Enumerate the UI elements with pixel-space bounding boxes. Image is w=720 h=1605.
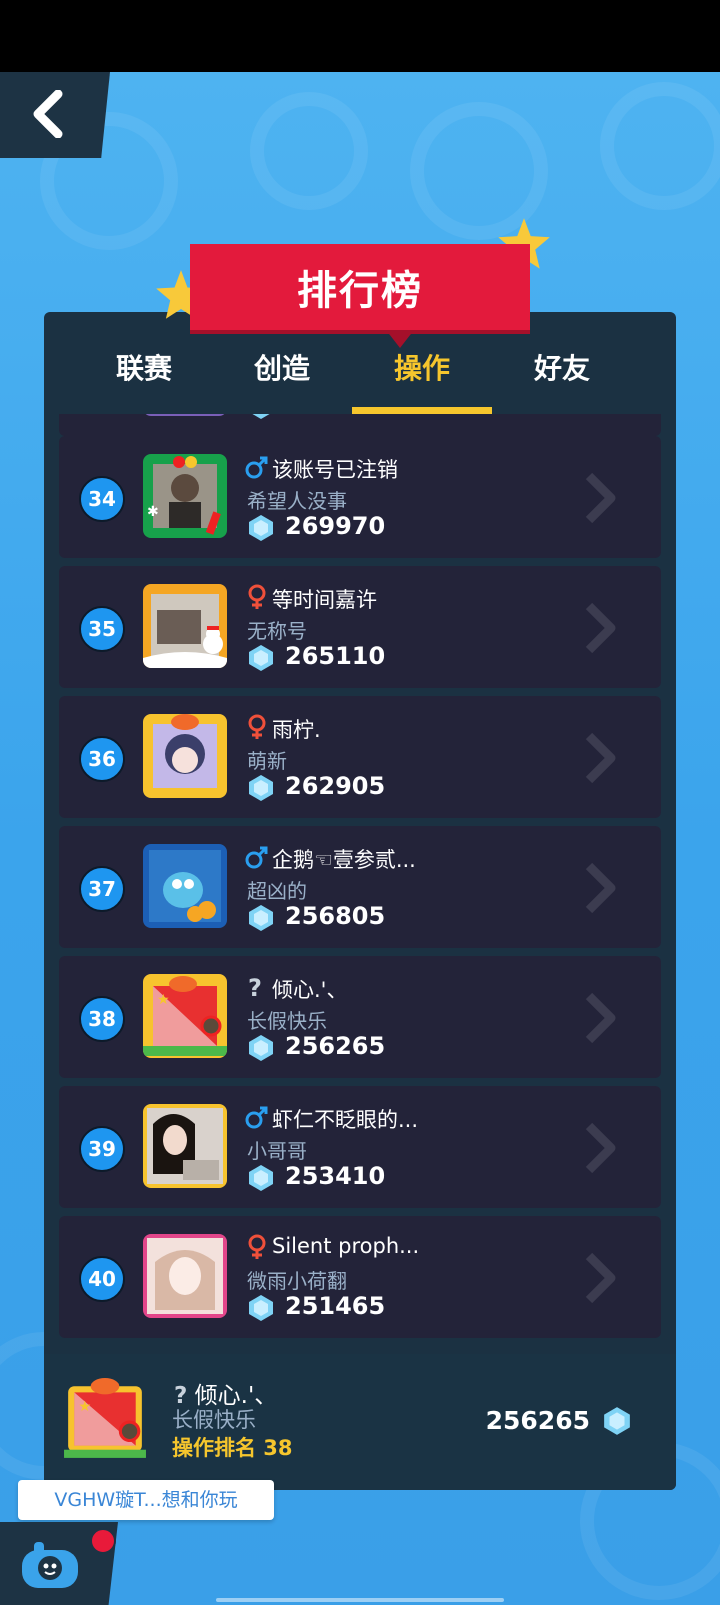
rank-badge: 34 [79,476,125,522]
player-name: 该账号已注销 [272,458,398,482]
player-title: 长假快乐 [247,1009,327,1033]
male-icon [245,846,268,869]
score: 253410 [285,1162,386,1190]
table-row[interactable]: 38 ★ ? 倾心.'、 长假快乐 256265 [59,956,661,1078]
score: 269970 [285,512,386,540]
avatar [143,714,227,798]
score: 272040 [285,414,385,418]
table-row[interactable]: 272040 [59,414,661,436]
gem-icon [249,775,273,801]
rank-badge: 38 [79,996,125,1042]
back-button[interactable] [0,72,110,158]
svg-text:?: ? [248,974,262,1000]
avatar [143,1234,227,1318]
chevron-right-icon [585,992,616,1044]
player-name: 等时间嘉许 [272,588,377,612]
table-row[interactable]: 39 虾仁不眨眼的... 小哥哥 253410 [59,1086,661,1208]
rank-badge: 37 [79,866,125,912]
player-name: 倾心.'、 [272,978,348,1002]
tab-operation[interactable]: 操作 [352,344,492,414]
male-icon [245,456,268,479]
svg-text:✱: ✱ [147,504,159,520]
tab-friends[interactable]: 好友 [492,344,632,414]
gem-icon [249,1295,273,1321]
gem-icon [249,515,273,541]
female-icon [248,1234,266,1259]
gem-icon [249,905,273,931]
status-bar [0,0,720,72]
female-icon [248,714,266,739]
player-name: Silent proph... [272,1234,420,1258]
rank-badge: 36 [79,736,125,782]
table-row[interactable]: 37 企鹅☜壹参贰... 超凶的 256805 [59,826,661,948]
chevron-right-icon [585,1252,616,1304]
player-title: 希望人没事 [247,489,347,513]
player-name: 企鹅☜壹参贰... [272,848,416,872]
score: 265110 [285,642,386,670]
avatar [143,844,227,928]
score: 256805 [285,902,386,930]
tab-league[interactable]: 联赛 [74,344,214,414]
invite-toast[interactable]: VGHW璇T...想和你玩 [18,1480,274,1520]
player-title: 小哥哥 [247,1139,307,1163]
notification-badge [90,1528,116,1554]
home-indicator [216,1598,504,1602]
gem-icon [252,414,270,419]
chevron-right-icon [585,472,616,524]
player-title: 萌新 [247,749,287,773]
ranking-list[interactable]: 272040 34 ✱ 该账号已注销 希望人没事 269970 [56,414,664,1354]
gem-icon [249,1035,273,1061]
avatar: ✱ [143,454,227,538]
avatar [143,414,227,416]
player-name: 虾仁不眨眼的... [272,1108,419,1132]
chevron-right-icon [585,1122,616,1174]
player-name: 雨柠. [272,718,321,742]
my-player-title: 长假快乐 [172,1408,256,1432]
player-title: 无称号 [247,619,307,643]
avatar: ★ [143,974,227,1058]
chevron-right-icon [585,732,616,784]
score: 256265 [285,1032,386,1060]
table-row[interactable]: 40 Silent proph... 微雨小荷翻 251465 [59,1216,661,1338]
score: 251465 [285,1292,386,1320]
svg-text:★: ★ [78,1399,91,1415]
rank-badge: 39 [79,1126,125,1172]
male-icon [245,1106,268,1129]
chevron-right-icon [585,862,616,914]
svg-text:★: ★ [157,992,170,1008]
chevron-right-icon [585,602,616,654]
player-title: 微雨小荷翻 [247,1269,347,1293]
rank-badge: 35 [79,606,125,652]
player-title: 超凶的 [247,879,307,903]
avatar: ★ [64,1378,146,1458]
chat-face-icon [22,1542,78,1588]
my-rank-bar[interactable]: ★ ? 倾心.'、 长假快乐 操作排名 38 256265 [44,1354,676,1490]
my-rank-label: 操作排名 38 [172,1436,293,1460]
table-row[interactable]: 35 等时间嘉许 无称号 265110 [59,566,661,688]
table-row[interactable]: 34 ✱ 该账号已注销 希望人没事 269970 [59,436,661,558]
avatar [143,584,227,668]
unknown-gender-icon: ? [248,974,262,1000]
back-arrow-icon [33,90,63,138]
tab-create[interactable]: 创造 [212,344,352,414]
rank-badge: 40 [79,1256,125,1302]
gem-icon [604,1407,630,1435]
my-score: 256265 [485,1406,590,1435]
avatar [143,1104,227,1188]
tab-bar: 联赛 创造 操作 好友 [44,312,676,414]
table-row[interactable]: 36 雨柠. 萌新 262905 [59,696,661,818]
gem-icon [249,645,273,671]
page-title: 排行榜 [297,268,423,314]
female-icon [248,584,266,609]
score: 262905 [285,772,386,800]
gem-icon [249,1165,273,1191]
